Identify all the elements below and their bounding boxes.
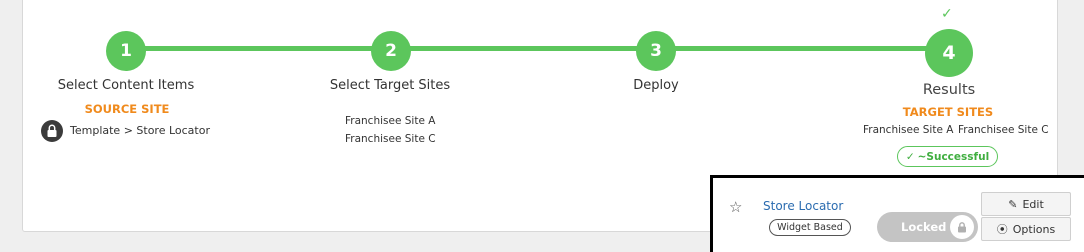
step-3-title: Deploy xyxy=(633,78,679,93)
widget-type-badge: Widget Based xyxy=(769,219,851,236)
target-icon: ⦿ xyxy=(996,223,1008,236)
lock-toggle-label: Locked xyxy=(901,220,947,234)
result-site-item: Franchisee Site A xyxy=(863,124,954,136)
step-1-title: Select Content Items xyxy=(57,78,195,93)
pencil-icon: ✎ xyxy=(1008,197,1018,211)
options-button-label: Options xyxy=(1012,222,1056,236)
step-1-circle: 1 xyxy=(106,31,146,71)
check-icon: ✓ xyxy=(905,150,915,163)
source-site-label: SOURCE SITE xyxy=(84,102,170,116)
target-site-item: Franchisee Site C xyxy=(345,133,436,145)
edit-button-label: Edit xyxy=(1022,197,1044,211)
result-site-item: Franchisee Site C xyxy=(958,124,1049,136)
target-sites-label: TARGET SITES xyxy=(902,105,994,119)
step-complete-check-icon: ✓ xyxy=(941,6,953,22)
content-item-card: ☆ Store Locator Widget Based Locked ✎ Ed… xyxy=(710,175,1084,252)
status-badge: ✓ ~Successful xyxy=(897,146,998,167)
edit-button[interactable]: ✎ Edit xyxy=(981,192,1071,216)
options-button[interactable]: ⦿ Options xyxy=(981,217,1071,241)
step-4-title: Results xyxy=(922,82,976,98)
step-2-title: Select Target Sites xyxy=(329,78,451,93)
target-site-item: Franchisee Site A xyxy=(345,115,436,127)
lock-toggle[interactable]: Locked xyxy=(877,212,978,242)
step-4-circle: 4 xyxy=(925,29,973,77)
progress-track xyxy=(126,46,948,51)
step-3-circle: 3 xyxy=(636,31,676,71)
step-2-circle: 2 xyxy=(371,31,411,71)
lock-icon xyxy=(950,215,974,239)
status-text: ~Successful xyxy=(917,150,990,163)
star-icon[interactable]: ☆ xyxy=(729,198,742,216)
lock-icon xyxy=(41,120,63,142)
source-item: Template > Store Locator xyxy=(70,124,210,137)
content-item-link[interactable]: Store Locator xyxy=(763,199,843,213)
